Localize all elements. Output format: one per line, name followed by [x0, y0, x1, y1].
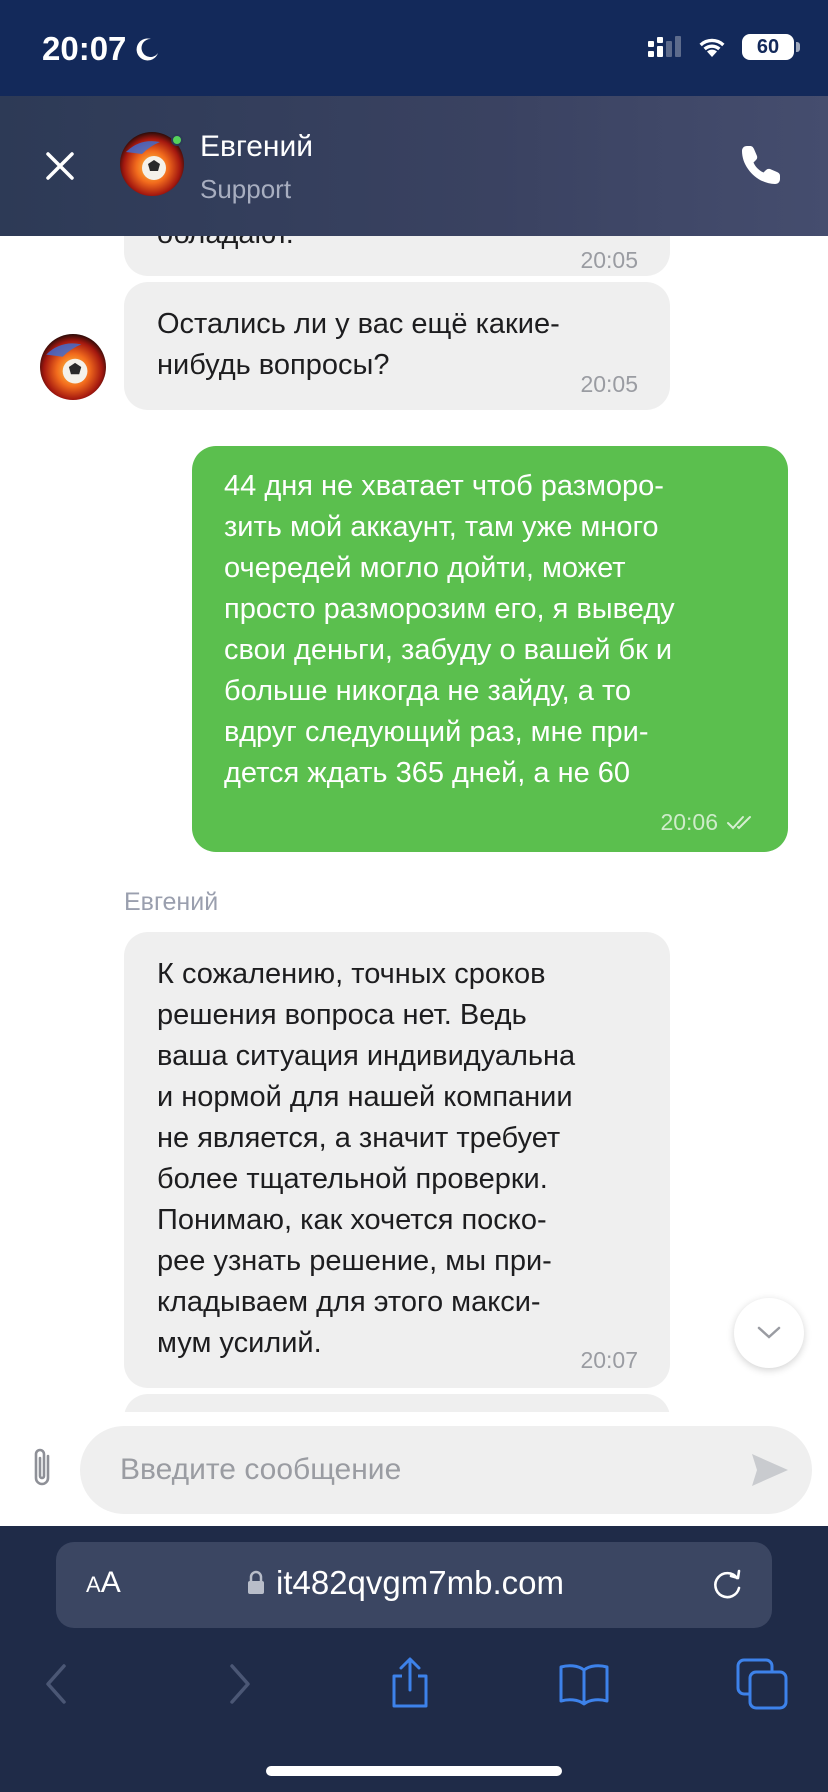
- reader-settings-button[interactable]: AA: [86, 1566, 121, 1600]
- message-time-group: 20:06: [660, 802, 756, 843]
- status-time: 20:07: [42, 30, 127, 67]
- phone-icon[interactable]: [738, 142, 784, 188]
- sender-name: Евгений: [124, 888, 219, 916]
- close-icon[interactable]: [38, 144, 82, 188]
- chat-header: Евгений Support: [0, 96, 828, 236]
- url-text: it482qvgm7mb.com: [276, 1564, 564, 1601]
- message-text: К сожалению, точных сроков решения вопро…: [157, 958, 576, 1359]
- browser-nav-row: [0, 1656, 828, 1726]
- status-indicators: 60: [648, 34, 800, 60]
- home-indicator[interactable]: [266, 1766, 562, 1776]
- lock-icon: [248, 1570, 264, 1594]
- url-display[interactable]: it482qvgm7mb.com: [246, 1564, 564, 1602]
- message-list[interactable]: обладают. 20:05 Остались ли у вас ещё ка…: [0, 236, 828, 1412]
- contact-role: Support: [200, 174, 292, 204]
- back-arrow-icon[interactable]: [30, 1656, 86, 1712]
- message-text: 44 дня не хватает чтоб разморо- зить мой…: [224, 470, 675, 789]
- wifi-icon: [699, 38, 725, 57]
- message-time: 20:06: [660, 809, 718, 835]
- tabs-icon[interactable]: [734, 1656, 790, 1712]
- message-bubble-incoming-partial: [124, 1394, 670, 1412]
- share-icon[interactable]: [382, 1656, 438, 1712]
- scroll-down-button[interactable]: [734, 1298, 804, 1368]
- message-composer: [0, 1412, 828, 1526]
- battery-indicator: 60: [742, 34, 800, 60]
- battery-level: 60: [756, 35, 780, 58]
- paperclip-icon[interactable]: [26, 1446, 60, 1492]
- message-input[interactable]: [80, 1426, 812, 1514]
- message-time: 20:05: [580, 247, 638, 273]
- avatar: [40, 334, 106, 400]
- forward-arrow-icon[interactable]: [210, 1656, 266, 1712]
- aa-large: A: [100, 1566, 121, 1599]
- book-icon[interactable]: [556, 1656, 612, 1712]
- reload-icon[interactable]: [708, 1566, 746, 1604]
- message-bubble-incoming: К сожалению, точных сроков решения вопро…: [124, 932, 670, 1388]
- message-bubble-incoming: обладают. 20:05: [124, 236, 670, 276]
- online-indicator: [171, 134, 183, 146]
- cellular-signal-icon: [648, 36, 681, 57]
- moon-icon: [136, 38, 159, 61]
- double-check-icon: [727, 815, 751, 829]
- aa-small: A: [86, 1572, 101, 1597]
- message-text: обладают.: [157, 236, 294, 255]
- contact-name: Евгений: [200, 130, 313, 163]
- chevron-down-icon: [757, 1326, 781, 1339]
- address-bar[interactable]: AA it482qvgm7mb.com: [56, 1542, 772, 1628]
- status-time-group: 20:07: [42, 30, 160, 68]
- screen: 20:07 60 Евгений Support 20:05 Остались …: [0, 0, 828, 1792]
- status-bar: 20:07 60: [0, 0, 828, 96]
- message-time: 20:05: [580, 371, 638, 397]
- message-bubble-outgoing: 44 дня не хватает чтоб разморо- зить мой…: [192, 446, 788, 852]
- browser-toolbar: AA it482qvgm7mb.com: [0, 1526, 828, 1792]
- message-time: 20:07: [580, 1347, 638, 1373]
- message-text: Остались ли у вас ещё какие- нибудь вопр…: [157, 308, 560, 381]
- message-bubble-incoming: Остались ли у вас ещё какие- нибудь вопр…: [124, 282, 670, 410]
- send-icon[interactable]: [750, 1452, 790, 1488]
